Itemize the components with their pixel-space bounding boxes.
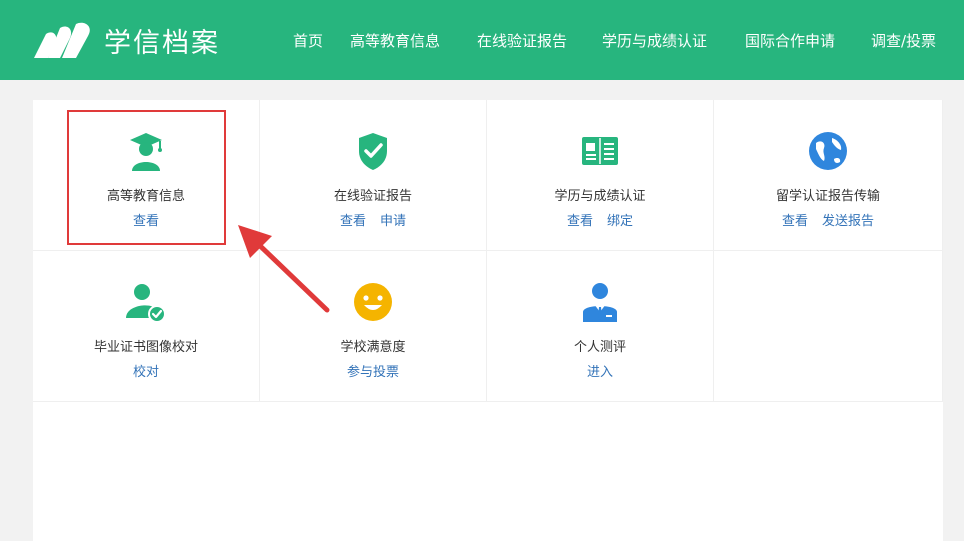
tile-certification: 学历与成绩认证 查看 绑定 [487, 100, 714, 251]
header-bar: 学信档案 首页 高等教育信息 在线验证报告 学历与成绩认证 国际合作申请 调查/… [0, 0, 964, 80]
nav-home[interactable]: 首页 [293, 30, 323, 51]
view-link[interactable]: 查看 [567, 214, 593, 229]
tile-links: 进入 [487, 361, 713, 380]
vote-link[interactable]: 参与投票 [347, 365, 399, 380]
bind-link[interactable]: 绑定 [607, 214, 633, 229]
tile-study-abroad-report: 留学认证报告传输 查看 发送报告 [714, 100, 943, 251]
tile-links: 校对 [33, 361, 259, 380]
nav-online-verification[interactable]: 在线验证报告 [477, 30, 567, 51]
red-arrow-annotation [238, 225, 330, 313]
tile-title: 毕业证书图像校对 [93, 340, 198, 355]
nav-certification[interactable]: 学历与成绩认证 [602, 30, 707, 51]
shield-check-icon [351, 129, 395, 173]
globe-icon [806, 129, 850, 173]
smiley-icon [351, 280, 395, 324]
tile-diploma-image-check: 毕业证书图像校对 校对 [33, 251, 260, 402]
user-check-icon [124, 280, 168, 324]
apply-link[interactable]: 申请 [380, 214, 406, 229]
enter-link[interactable]: 进入 [587, 365, 613, 380]
tile-title: 个人测评 [573, 340, 626, 355]
highlight-box [67, 110, 226, 245]
view-link[interactable]: 查看 [340, 214, 366, 229]
tile-title: 学历与成绩认证 [554, 189, 646, 204]
tile-title: 在线验证报告 [333, 189, 412, 204]
view-link[interactable]: 查看 [782, 214, 808, 229]
nav-survey[interactable]: 调查/投票 [871, 30, 936, 51]
main-nav: 首页 高等教育信息 在线验证报告 学历与成绩认证 国际合作申请 调查/投票 [0, 30, 964, 52]
tile-title: 学校满意度 [340, 340, 406, 355]
send-report-link[interactable]: 发送报告 [822, 214, 874, 229]
tile-links: 参与投票 [260, 361, 486, 380]
nav-international[interactable]: 国际合作申请 [745, 30, 835, 51]
tile-title: 留学认证报告传输 [775, 189, 880, 204]
tile-links: 查看 发送报告 [714, 210, 942, 229]
person-tie-icon [578, 280, 622, 324]
tile-personal-assessment: 个人测评 进入 [487, 251, 714, 402]
check-link[interactable]: 校对 [133, 365, 159, 380]
tile-empty [714, 251, 943, 402]
book-icon [578, 129, 622, 173]
nav-higher-education[interactable]: 高等教育信息 [350, 30, 440, 51]
tile-links: 查看 绑定 [487, 210, 713, 229]
